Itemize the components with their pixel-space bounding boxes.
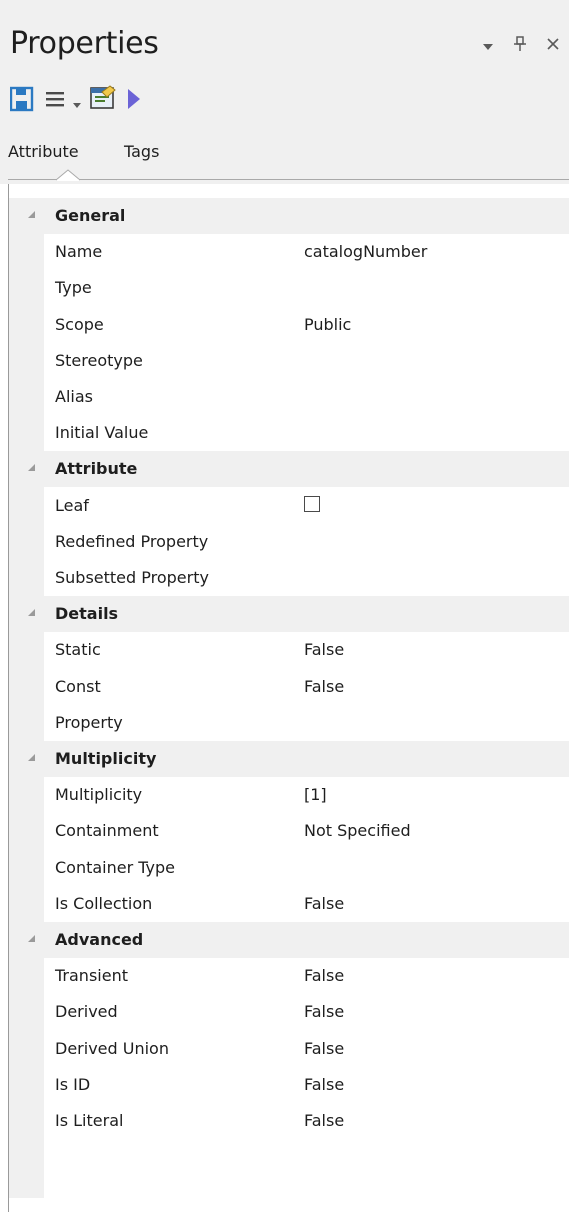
property-row[interactable]: Redefined Property [9, 524, 569, 560]
property-label: Scope [55, 314, 104, 334]
play-icon[interactable] [126, 88, 142, 118]
property-label: Is Collection [55, 893, 153, 913]
collapse-triangle-icon[interactable] [25, 461, 37, 473]
save-icon[interactable] [9, 86, 34, 116]
property-label: Container Type [55, 857, 176, 877]
leaf-checkbox[interactable] [304, 495, 320, 512]
property-value[interactable]: False [304, 1111, 344, 1130]
property-label: Alias [55, 387, 93, 406]
close-icon[interactable] [546, 36, 560, 56]
property-label: Transient [55, 966, 128, 986]
property-value[interactable]: False [304, 1002, 344, 1021]
property-label: Property [55, 712, 123, 732]
property-label: Redefined Property [55, 531, 209, 551]
section-header-multiplicity[interactable]: Multiplicity [9, 741, 569, 777]
menu-icon[interactable] [46, 90, 68, 120]
property-row[interactable]: Derived Union False [9, 1031, 569, 1067]
property-label: Initial Value [55, 423, 149, 443]
property-value[interactable]: False [304, 1075, 344, 1094]
panel-titlebar: Properties [0, 0, 569, 80]
property-row[interactable]: Property [9, 705, 569, 741]
property-row[interactable]: Stereotype [9, 343, 569, 379]
property-row[interactable]: Is ID False [9, 1067, 569, 1103]
property-label: Containment [55, 821, 159, 841]
collapse-triangle-icon[interactable] [25, 751, 37, 763]
property-value[interactable]: False [304, 677, 344, 696]
collapse-triangle-icon[interactable] [25, 208, 37, 220]
property-label: Subsetted Property [55, 568, 209, 587]
section-header-advanced[interactable]: Advanced [9, 922, 569, 958]
property-row[interactable]: Derived False [9, 994, 569, 1030]
property-row[interactable]: Subsetted Property [9, 560, 569, 596]
property-value[interactable]: False [304, 966, 344, 985]
property-value[interactable]: Public [304, 315, 351, 334]
section-header-details[interactable]: Details [9, 596, 569, 633]
pin-icon[interactable] [513, 35, 527, 58]
section-header-general[interactable]: General [9, 198, 569, 234]
section-title: Attribute [55, 459, 138, 479]
property-label: Static [55, 640, 101, 660]
property-row[interactable]: Initial Value [9, 415, 569, 451]
section-title: Advanced [55, 930, 144, 949]
collapse-triangle-icon[interactable] [25, 606, 37, 618]
property-row[interactable]: Transient False [9, 958, 569, 994]
property-label: Const [55, 676, 101, 696]
property-row[interactable]: Leaf [9, 488, 569, 524]
property-label: Is Literal [55, 1111, 124, 1130]
property-label: Name [55, 242, 103, 262]
tab-attribute[interactable]: Attribute [8, 142, 79, 161]
section-title: Details [55, 604, 119, 624]
section-title: Multiplicity [55, 749, 157, 768]
property-row[interactable]: Const False [9, 669, 569, 705]
property-row[interactable]: Is Collection False [9, 886, 569, 922]
section-header-attribute[interactable]: Attribute [9, 451, 569, 488]
property-label: Derived [55, 1002, 118, 1022]
dropdown-arrow-icon[interactable] [72, 95, 82, 125]
property-label: Type [55, 278, 92, 298]
property-label: Multiplicity [55, 785, 143, 805]
property-value[interactable]: False [304, 894, 344, 913]
property-row[interactable]: Alias [9, 379, 569, 415]
property-row[interactable]: Is Literal False [9, 1103, 569, 1139]
section-title: General [55, 206, 126, 225]
panel-title: Properties [10, 26, 159, 61]
property-value[interactable]: False [304, 640, 344, 659]
property-label: Is ID [55, 1074, 91, 1094]
tab-strip: Attribute Tags [0, 122, 569, 184]
property-row[interactable]: Container Type [9, 850, 569, 886]
tab-tags[interactable]: Tags [124, 142, 159, 161]
property-row[interactable]: Containment Not Specified [9, 813, 569, 849]
property-value[interactable]: [1] [304, 785, 327, 804]
property-row[interactable]: Static False [9, 632, 569, 668]
properties-dialog-icon[interactable] [88, 84, 118, 114]
collapse-triangle-icon[interactable] [25, 932, 37, 944]
property-value[interactable]: False [304, 1039, 344, 1058]
toolbar [0, 80, 569, 122]
property-row[interactable]: Scope Public [9, 307, 569, 343]
property-value[interactable]: catalogNumber [304, 242, 427, 261]
chevron-down-icon[interactable] [482, 38, 494, 58]
property-label: Stereotype [55, 350, 143, 370]
tab-underline [8, 179, 569, 180]
property-row[interactable]: Type [9, 270, 569, 306]
property-value[interactable]: Not Specified [304, 821, 411, 840]
property-grid: General Name catalogNumber Type Scope Public S… [0, 184, 569, 1212]
active-tab-indicator [56, 169, 80, 181]
property-row[interactable]: Name catalogNumber [9, 234, 569, 270]
property-label: Derived Union [55, 1038, 169, 1058]
property-row[interactable]: Multiplicity [1] [9, 777, 569, 813]
property-label: Leaf [55, 495, 89, 515]
